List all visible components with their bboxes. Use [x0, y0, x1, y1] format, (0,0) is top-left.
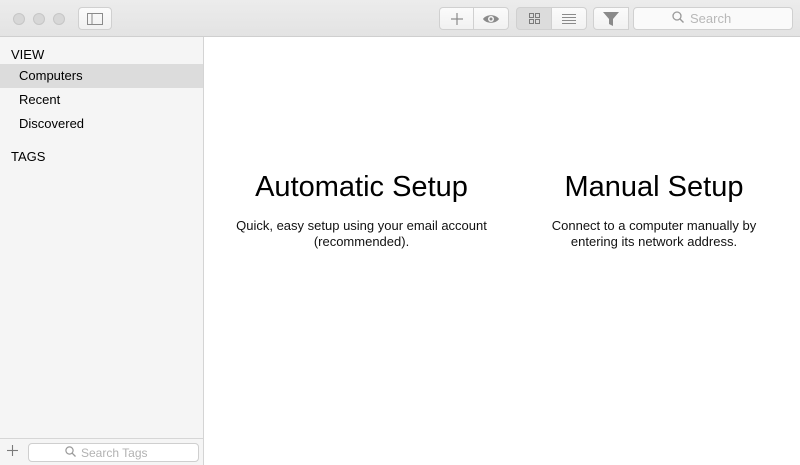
grid-view-button[interactable]: [516, 7, 552, 30]
automatic-setup-description: Quick, easy setup using your email accou…: [236, 218, 487, 249]
minimize-window-button[interactable]: [33, 13, 45, 25]
sidebar-toggle-button[interactable]: [78, 7, 112, 30]
filter-icon: [603, 11, 619, 26]
sidebar-item-label: Computers: [19, 68, 83, 83]
search-input[interactable]: [690, 11, 790, 26]
close-window-button[interactable]: [13, 13, 25, 25]
search-icon: [65, 444, 76, 462]
app-window: VIEW Computers Recent Discovered TAGS: [0, 0, 800, 465]
eye-icon: [482, 13, 500, 25]
sidebar-item-label: Discovered: [19, 116, 85, 131]
search-icon: [672, 10, 684, 28]
sidebar-toggle-icon: [87, 12, 103, 25]
sidebar-item-discovered[interactable]: Discovered: [0, 112, 203, 136]
tag-search-input[interactable]: [81, 445, 191, 460]
search-field[interactable]: [633, 7, 793, 30]
filter-button[interactable]: [593, 7, 629, 30]
list-view-icon: [562, 13, 576, 24]
plus-icon: [6, 443, 18, 461]
sidebar-item-computers[interactable]: Computers: [0, 64, 203, 88]
sidebar-item-label: Recent: [19, 92, 61, 107]
automatic-setup-option[interactable]: Automatic Setup Quick, easy setup using …: [224, 168, 499, 250]
manual-setup-description: Connect to a computer manually by enteri…: [551, 218, 757, 249]
automatic-setup-title: Automatic Setup: [255, 171, 468, 203]
sidebar-section-view-header: VIEW: [11, 47, 45, 62]
plus-icon: [450, 12, 463, 25]
toolbar: [0, 0, 800, 37]
grid-view-icon: [528, 13, 540, 24]
sidebar-section-tags-header: TAGS: [11, 149, 46, 164]
manual-setup-option[interactable]: Manual Setup Connect to a computer manua…: [529, 168, 779, 250]
tag-search-field[interactable]: [28, 443, 199, 462]
main-content: Automatic Setup Quick, easy setup using …: [204, 37, 800, 465]
list-view-button[interactable]: [551, 7, 587, 30]
add-button[interactable]: [439, 7, 474, 30]
preview-button[interactable]: [473, 7, 509, 30]
sidebar: VIEW Computers Recent Discovered TAGS: [0, 37, 204, 465]
sidebar-item-recent[interactable]: Recent: [0, 88, 203, 112]
manual-setup-title: Manual Setup: [564, 171, 744, 203]
zoom-window-button[interactable]: [53, 13, 65, 25]
add-tag-button[interactable]: [3, 442, 21, 462]
sidebar-footer: [0, 438, 203, 465]
